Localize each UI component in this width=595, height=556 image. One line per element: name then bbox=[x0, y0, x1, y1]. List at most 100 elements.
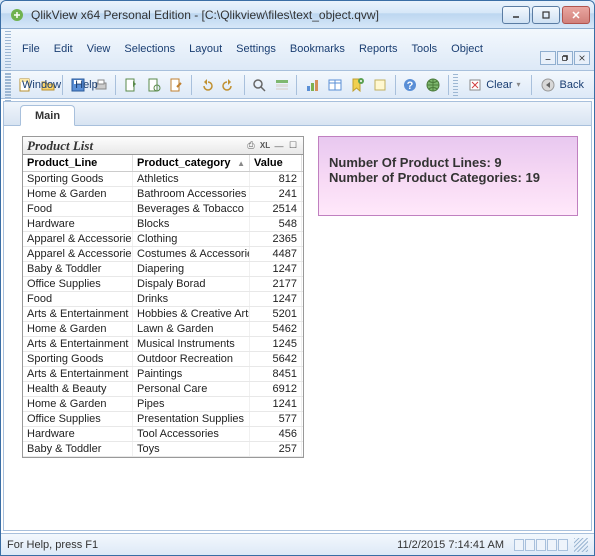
mdi-close-button[interactable] bbox=[574, 51, 590, 65]
menu-window[interactable]: Window bbox=[15, 77, 68, 93]
header-value[interactable]: Value bbox=[250, 155, 302, 171]
minimize-button[interactable] bbox=[502, 6, 530, 24]
table-row[interactable]: Home & GardenBathroom Accessories241 bbox=[23, 187, 303, 202]
cell-product-category: Paintings bbox=[133, 367, 250, 381]
table-row[interactable]: Baby & ToddlerToys257 bbox=[23, 442, 303, 457]
minimize-object-icon[interactable]: — bbox=[273, 140, 285, 152]
close-button[interactable] bbox=[562, 6, 590, 24]
toolbar-grip-2[interactable] bbox=[453, 74, 459, 96]
table-row[interactable]: Baby & ToddlerDiapering1247 bbox=[23, 262, 303, 277]
menu-layout[interactable]: Layout bbox=[182, 41, 229, 57]
table-row[interactable]: Home & GardenPipes1241 bbox=[23, 397, 303, 412]
cell-value: 6912 bbox=[250, 382, 302, 396]
menu-view[interactable]: View bbox=[80, 41, 118, 57]
cell-product-category: Dispaly Borad bbox=[133, 277, 250, 291]
menu-help[interactable]: Help bbox=[68, 77, 105, 93]
table-row[interactable]: Apparel & AccessoriesClothing2365 bbox=[23, 232, 303, 247]
table-row[interactable]: Sporting GoodsOutdoor Recreation5642 bbox=[23, 352, 303, 367]
header-product-line[interactable]: Product_Line bbox=[23, 155, 133, 171]
help-icon[interactable]: ? bbox=[400, 74, 421, 96]
cell-product-category: Tool Accessories bbox=[133, 427, 250, 441]
product-list-object[interactable]: Product List ⎙ XL — ☐ Product_Line Produ… bbox=[22, 136, 304, 458]
menubar-grip-2[interactable] bbox=[5, 67, 11, 103]
current-selections-icon[interactable] bbox=[271, 74, 292, 96]
mdi-minimize-button[interactable] bbox=[540, 51, 556, 65]
undo-layout-icon[interactable] bbox=[196, 74, 217, 96]
cell-product-category: Musical Instruments bbox=[133, 337, 250, 351]
cell-product-line: Food bbox=[23, 202, 133, 216]
table-row[interactable]: Sporting GoodsAthletics812 bbox=[23, 172, 303, 187]
clear-button[interactable]: Clear ▾ bbox=[462, 74, 526, 96]
table-row[interactable]: Office SuppliesDispaly Borad2177 bbox=[23, 277, 303, 292]
svg-text:?: ? bbox=[407, 80, 414, 92]
mdi-restore-button[interactable] bbox=[557, 51, 573, 65]
table-row[interactable]: Home & GardenLawn & Garden5462 bbox=[23, 322, 303, 337]
resize-grip[interactable] bbox=[574, 538, 588, 552]
menu-file[interactable]: File bbox=[15, 41, 47, 57]
cell-product-line: Hardware bbox=[23, 427, 133, 441]
cell-product-category: Diapering bbox=[133, 262, 250, 276]
search-icon[interactable] bbox=[249, 74, 270, 96]
cell-value: 5642 bbox=[250, 352, 302, 366]
sort-indicator-icon: ▲ bbox=[237, 159, 245, 168]
cell-value: 257 bbox=[250, 442, 302, 456]
table-row[interactable]: Office SuppliesPresentation Supplies577 bbox=[23, 412, 303, 427]
cell-value: 8451 bbox=[250, 367, 302, 381]
cell-product-category: Outdoor Recreation bbox=[133, 352, 250, 366]
menu-reports[interactable]: Reports bbox=[352, 41, 405, 57]
bookmark-add-icon[interactable] bbox=[347, 74, 368, 96]
cell-product-category: Drinks bbox=[133, 292, 250, 306]
clear-label: Clear bbox=[486, 79, 512, 91]
redo-layout-icon[interactable] bbox=[219, 74, 240, 96]
menu-settings[interactable]: Settings bbox=[229, 41, 283, 57]
menu-object[interactable]: Object bbox=[444, 41, 490, 57]
text-line-1: Number Of Product Lines: 9 bbox=[329, 155, 567, 170]
webview-icon[interactable] bbox=[423, 74, 444, 96]
cell-value: 1247 bbox=[250, 262, 302, 276]
menu-selections[interactable]: Selections bbox=[117, 41, 182, 57]
product-list-caption[interactable]: Product List ⎙ XL — ☐ bbox=[23, 137, 303, 155]
table-row[interactable]: HardwareBlocks548 bbox=[23, 217, 303, 232]
reload-icon[interactable] bbox=[143, 74, 164, 96]
status-panes bbox=[514, 539, 568, 551]
status-help: For Help, press F1 bbox=[7, 539, 397, 551]
table-icon[interactable] bbox=[324, 74, 345, 96]
table-row[interactable]: Arts & EntertainmentHobbies & Creative A… bbox=[23, 307, 303, 322]
export-xl-icon[interactable]: XL bbox=[259, 140, 271, 152]
table-row[interactable]: Health & BeautyPersonal Care6912 bbox=[23, 382, 303, 397]
menu-edit[interactable]: Edit bbox=[47, 41, 80, 57]
cell-product-line: Office Supplies bbox=[23, 412, 133, 426]
send-to-excel-icon[interactable]: ⎙ bbox=[245, 140, 257, 152]
cell-value: 548 bbox=[250, 217, 302, 231]
table-row[interactable]: HardwareTool Accessories456 bbox=[23, 427, 303, 442]
back-button[interactable]: Back bbox=[535, 74, 589, 96]
table-row[interactable]: FoodDrinks1247 bbox=[23, 292, 303, 307]
header-product-category[interactable]: Product_category▲ bbox=[133, 155, 250, 171]
cell-value: 577 bbox=[250, 412, 302, 426]
table-row[interactable]: Apparel & AccessoriesCostumes & Accessor… bbox=[23, 247, 303, 262]
table-row[interactable]: Arts & EntertainmentMusical Instruments1… bbox=[23, 337, 303, 352]
cell-product-category: Costumes & Accessories bbox=[133, 247, 250, 261]
cell-value: 5462 bbox=[250, 322, 302, 336]
table-row[interactable]: FoodBeverages & Tobacco2514 bbox=[23, 202, 303, 217]
menubar-grip[interactable] bbox=[5, 31, 11, 67]
notes-icon[interactable] bbox=[370, 74, 391, 96]
maximize-object-icon[interactable]: ☐ bbox=[287, 140, 299, 152]
app-icon bbox=[9, 7, 25, 23]
cell-product-line: Home & Garden bbox=[23, 322, 133, 336]
edit-script-icon[interactable] bbox=[120, 74, 141, 96]
menu-bookmarks[interactable]: Bookmarks bbox=[283, 41, 352, 57]
edit-module-icon[interactable] bbox=[166, 74, 187, 96]
text-line-2: Number of Product Categories: 19 bbox=[329, 170, 567, 185]
cell-product-line: Sporting Goods bbox=[23, 172, 133, 186]
cell-product-line: Arts & Entertainment bbox=[23, 307, 133, 321]
cell-product-category: Bathroom Accessories bbox=[133, 187, 250, 201]
menu-tools[interactable]: Tools bbox=[404, 41, 444, 57]
titlebar: QlikView x64 Personal Edition - [C:\Qlik… bbox=[1, 1, 594, 29]
text-object[interactable]: Number Of Product Lines: 9 Number of Pro… bbox=[318, 136, 578, 216]
chart-wizard-icon[interactable] bbox=[301, 74, 322, 96]
tab-main[interactable]: Main bbox=[20, 105, 75, 126]
maximize-button[interactable] bbox=[532, 6, 560, 24]
table-row[interactable]: Arts & EntertainmentPaintings8451 bbox=[23, 367, 303, 382]
cell-product-line: Health & Beauty bbox=[23, 382, 133, 396]
